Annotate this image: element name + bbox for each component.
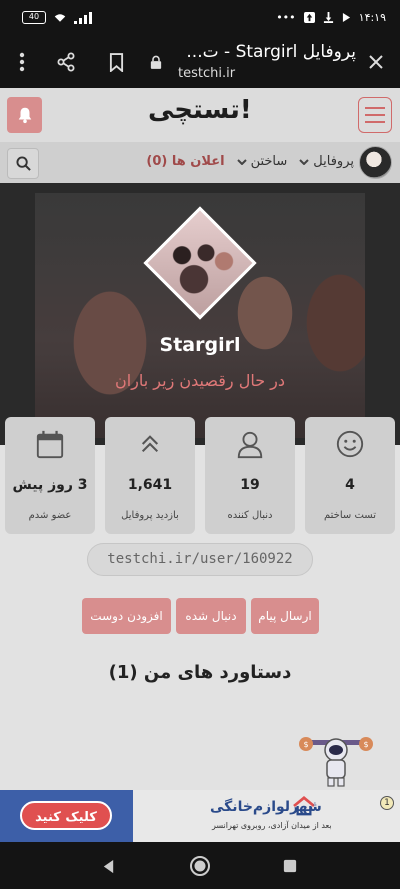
- send-message-button[interactable]: ارسال پیام: [251, 598, 319, 634]
- stat-card-joined[interactable]: 3 روز پیش عضو شدم: [5, 417, 95, 534]
- stat-card-views[interactable]: 1,641 بازدید پروفایل: [105, 417, 195, 534]
- add-friend-button[interactable]: افزودن دوست: [82, 598, 171, 634]
- close-tab-icon[interactable]: [362, 48, 390, 76]
- lock-icon: [142, 48, 170, 76]
- browser-menu-icon[interactable]: [8, 48, 36, 76]
- nav-item-notifications[interactable]: اعلان ها (0): [146, 154, 224, 169]
- followed-button[interactable]: دنبال شده: [176, 598, 246, 634]
- recents-icon[interactable]: [278, 854, 302, 878]
- stat-label: دنبال کننده: [227, 510, 273, 521]
- clock: ۱۴:۱۹: [358, 11, 386, 24]
- chevron-down-icon: [299, 158, 309, 165]
- svg-text:$: $: [363, 740, 368, 749]
- stat-value: 3 روز پیش: [12, 477, 88, 493]
- home-icon[interactable]: [188, 854, 212, 878]
- hamburger-menu-button[interactable]: [358, 97, 392, 133]
- chevron-down-icon: [236, 158, 247, 165]
- address-bar-url[interactable]: testchi.ir: [178, 66, 235, 81]
- stat-card-tests[interactable]: 4 تست ساختم: [305, 417, 395, 534]
- upload-icon: [303, 12, 315, 23]
- back-icon[interactable]: [96, 854, 120, 878]
- battery-icon: 40: [22, 11, 46, 24]
- page-title: پروفایل Stargirl - ت...: [186, 42, 356, 62]
- search-icon: [15, 156, 31, 171]
- profile-url-field[interactable]: testchi.ir/user/160922: [87, 543, 313, 576]
- search-button[interactable]: [7, 148, 39, 179]
- achievements-title: دستاورد های من (1): [108, 662, 292, 683]
- ad-info-badge[interactable]: 1: [380, 796, 394, 810]
- stat-label: بازدید پروفایل: [121, 510, 179, 521]
- chevrons-up-icon: [141, 435, 159, 453]
- user-icon: [237, 431, 263, 459]
- profile-status: در حال رقصیدن زیر باران: [114, 371, 286, 390]
- calendar-icon: [36, 430, 64, 459]
- ad-banner[interactable]: کلیک کنید شهرلوازم‌خانگی بعد از میدان آز…: [0, 790, 400, 842]
- ad-brand-subtitle: بعد از میدان آزادی، روبروی تهرانسر: [212, 821, 332, 830]
- stat-label: تست ساختم: [324, 510, 376, 521]
- nav-item-build[interactable]: ساختن: [236, 154, 288, 169]
- smiley-icon: [336, 430, 364, 458]
- nav-row: پروفایل ساختن اعلان ها (0): [0, 143, 400, 183]
- astronaut-mascot-icon: $ $: [299, 737, 373, 787]
- bell-icon: [18, 107, 31, 124]
- stat-value: 19: [240, 477, 260, 493]
- notification-bell-button[interactable]: [7, 97, 42, 133]
- android-nav-bar: [0, 842, 400, 889]
- status-bar: 40 ••• ۱۴:۱۹: [0, 0, 400, 38]
- more-dots-icon: •••: [276, 11, 296, 24]
- nav-menu: پروفایل ساختن اعلان ها (0): [146, 154, 354, 169]
- profile-hero: Stargirl در حال رقصیدن زیر باران: [0, 183, 400, 445]
- download-icon: [323, 12, 333, 23]
- share-icon[interactable]: [52, 48, 80, 76]
- signal-icon: [74, 11, 92, 24]
- site-header: تستچی!: [0, 88, 400, 143]
- wifi-icon: [54, 13, 66, 22]
- ad-brand: شهرلوازم‌خانگی: [210, 799, 322, 815]
- play-icon: [342, 13, 350, 22]
- stat-value: 4: [345, 477, 355, 493]
- browser-toolbar: پروفایل Stargirl - ت... testchi.ir: [0, 38, 400, 88]
- site-logo[interactable]: تستچی!: [148, 95, 253, 125]
- nav-build-label: ساختن: [250, 154, 288, 169]
- stat-value: 1,641: [127, 477, 173, 493]
- bookmark-icon[interactable]: [102, 48, 130, 76]
- nav-profile-label: پروفایل: [313, 154, 354, 169]
- profile-username: Stargirl: [159, 334, 241, 356]
- svg-text:$: $: [303, 740, 308, 749]
- stat-label: عضو شدم: [28, 510, 72, 521]
- ad-click-button[interactable]: کلیک کنید: [20, 801, 112, 830]
- user-avatar[interactable]: [359, 146, 392, 179]
- nav-item-profile[interactable]: پروفایل: [299, 154, 354, 169]
- stat-card-followers[interactable]: 19 دنبال کننده: [205, 417, 295, 534]
